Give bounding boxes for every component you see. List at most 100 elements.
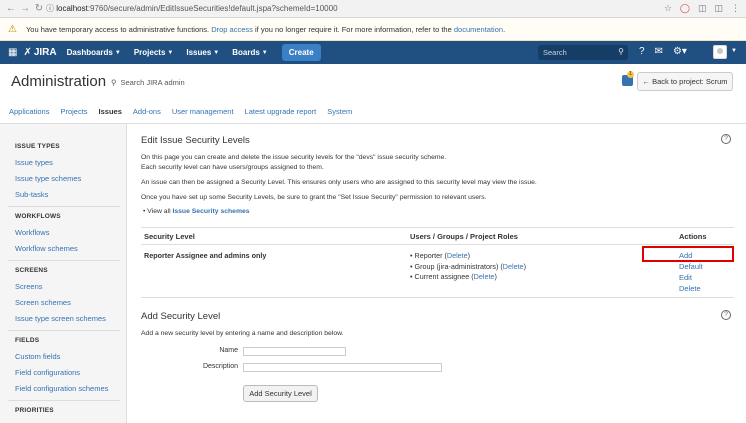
- url-host: localhost: [56, 4, 88, 13]
- sidebar-item-custom-fields[interactable]: Custom fields: [15, 352, 60, 361]
- menu-label: Projects: [133, 48, 166, 57]
- opera-icon[interactable]: ◯: [680, 3, 690, 14]
- divider: [8, 260, 120, 261]
- view-all-prefix: View all: [147, 208, 171, 215]
- notification-badge: 1: [627, 71, 634, 78]
- chevron-down-icon: ▼: [167, 49, 174, 56]
- column-header: Security Level: [144, 232, 195, 241]
- menu-dots-icon[interactable]: ⋮: [731, 3, 740, 14]
- sidebar-heading: ISSUE TYPES: [15, 143, 60, 150]
- divider: [8, 330, 120, 331]
- intro-text: Each security level can have users/group…: [141, 164, 324, 171]
- menu-projects[interactable]: Projects ▼: [134, 48, 174, 57]
- help-icon[interactable]: ?: [721, 310, 731, 320]
- tab-latest-upgrade-report[interactable]: Latest upgrade report: [245, 107, 317, 116]
- reload-icon[interactable]: ↻: [32, 2, 46, 16]
- security-level-name: Reporter Assignee and admins only: [144, 251, 267, 260]
- admin-search[interactable]: ⚲ Search JIRA admin: [111, 78, 185, 87]
- sidebar-item-field-configuration-schemes[interactable]: Field configuration schemes: [15, 384, 108, 393]
- default-action-link[interactable]: Default: [679, 262, 703, 271]
- chevron-down-icon: ▼: [213, 49, 220, 56]
- notification-icon[interactable]: 1: [622, 71, 634, 86]
- gear-icon[interactable]: ⚙▾: [673, 46, 687, 57]
- divider: [141, 244, 734, 245]
- megaphone-icon[interactable]: ✉: [655, 46, 663, 57]
- edit-action-link[interactable]: Edit: [679, 273, 692, 282]
- help-icon[interactable]: ?: [639, 46, 645, 57]
- menu-dashboards[interactable]: Dashboards ▼: [67, 48, 121, 57]
- tab-system[interactable]: System: [327, 107, 352, 116]
- tab-projects[interactable]: Projects: [60, 107, 87, 116]
- sidebar-item-screen-schemes[interactable]: Screen schemes: [15, 298, 71, 307]
- chevron-down-icon: ▼: [261, 49, 268, 56]
- search-placeholder: Search: [543, 48, 567, 57]
- tab-issues[interactable]: Issues: [99, 107, 122, 116]
- warning-text: You have temporary access to administrat…: [25, 24, 210, 34]
- delete-action-link[interactable]: Delete: [679, 284, 701, 293]
- sidebar-item-issue-type-schemes[interactable]: Issue type schemes: [15, 174, 81, 183]
- sidebar-heading: SCREENS: [15, 267, 48, 274]
- role-paren-close: ): [467, 251, 471, 260]
- add-section-title: Add Security Level: [141, 311, 221, 322]
- description-label: Description: [202, 363, 238, 370]
- create-button[interactable]: Create: [281, 44, 321, 61]
- divider: [8, 206, 120, 207]
- sidebar-item-field-configurations[interactable]: Field configurations: [15, 368, 80, 377]
- intro-text: Once you have set up some Security Level…: [141, 194, 487, 201]
- add-security-level-button[interactable]: Add Security Level: [243, 385, 318, 402]
- tab-add-ons[interactable]: Add-ons: [133, 107, 161, 116]
- view-all-item: • View all Issue Security schemes: [143, 208, 250, 215]
- search-icon: ⚲: [618, 47, 624, 56]
- description-field[interactable]: [243, 363, 442, 372]
- sidebar-heading: WORKFLOWS: [15, 213, 61, 220]
- intro-text: On this page you can create and delete t…: [141, 154, 447, 161]
- sidebar-item-workflow-schemes[interactable]: Workflow schemes: [15, 244, 78, 253]
- tab-user-management[interactable]: User management: [172, 107, 234, 116]
- delete-role-link[interactable]: Delete: [447, 251, 468, 260]
- sidebar-item-issue-type-screen-schemes[interactable]: Issue type screen schemes: [15, 314, 106, 323]
- page-title: Administration: [11, 73, 107, 90]
- app-switcher-icon[interactable]: ▦: [8, 47, 17, 58]
- back-arrow-icon[interactable]: ←: [4, 2, 18, 16]
- delete-role-link[interactable]: Delete: [503, 262, 524, 271]
- back-to-project-button[interactable]: ← Back to project: Scrum: [637, 72, 733, 91]
- tab-applications[interactable]: Applications: [9, 107, 49, 116]
- main-content: Edit Issue Security Levels ? On this pag…: [128, 124, 746, 423]
- chevron-down-icon: ▼: [114, 49, 121, 56]
- sidebar-item-workflows[interactable]: Workflows: [15, 228, 49, 237]
- menu-boards[interactable]: Boards ▼: [232, 48, 268, 57]
- name-field[interactable]: [243, 347, 346, 356]
- avatar[interactable]: [713, 45, 727, 59]
- jira-logo[interactable]: ▦ ✗ JIRA: [8, 47, 57, 58]
- extension-icon[interactable]: ◫: [698, 3, 707, 14]
- help-icon[interactable]: ?: [721, 134, 731, 144]
- menu-issues[interactable]: Issues ▼: [186, 48, 219, 57]
- url-path: :9760/secure/admin/EditIssueSecurities!d…: [87, 4, 338, 13]
- issue-security-schemes-link[interactable]: Issue Security schemes: [172, 208, 249, 215]
- admin-tabs: Applications Projects Issues Add-ons Use…: [9, 107, 352, 116]
- sidebar-item-sub-tasks[interactable]: Sub-tasks: [15, 190, 48, 199]
- address-bar[interactable]: ⓘ localhost:9760/secure/admin/EditIssueS…: [46, 3, 338, 14]
- extension-icon[interactable]: ◫: [714, 3, 723, 14]
- sidebar-item-issue-types[interactable]: Issue types: [15, 158, 53, 167]
- search-input[interactable]: Search ⚲: [538, 45, 628, 60]
- documentation-link[interactable]: documentation: [454, 25, 503, 34]
- sidebar-heading: PRIORITIES: [15, 407, 54, 414]
- sidebar-item-screens[interactable]: Screens: [15, 282, 43, 291]
- menu-label: Issues: [186, 48, 212, 57]
- warning-icon: ⚠: [8, 23, 17, 35]
- drop-access-link[interactable]: Drop access: [211, 25, 253, 34]
- role-item: • Current assignee (Delete): [410, 272, 497, 281]
- delete-role-link[interactable]: Delete: [474, 272, 495, 281]
- column-header: Users / Groups / Project Roles: [410, 232, 518, 241]
- browser-toolbar: ← → ↻ ⓘ localhost:9760/secure/admin/Edit…: [0, 0, 746, 18]
- role-name: Reporter: [414, 251, 443, 260]
- info-icon: ⓘ: [46, 4, 57, 13]
- role-name: Group (jira-administrators): [414, 262, 499, 271]
- chevron-down-icon[interactable]: ▼: [731, 48, 737, 54]
- role-item: • Group (jira-administrators) (Delete): [410, 262, 526, 271]
- warning-text-end: .: [503, 24, 506, 34]
- admin-access-warning: ⚠ You have temporary access to administr…: [0, 18, 746, 41]
- forward-arrow-icon[interactable]: →: [18, 2, 32, 16]
- star-icon[interactable]: ☆: [664, 3, 672, 14]
